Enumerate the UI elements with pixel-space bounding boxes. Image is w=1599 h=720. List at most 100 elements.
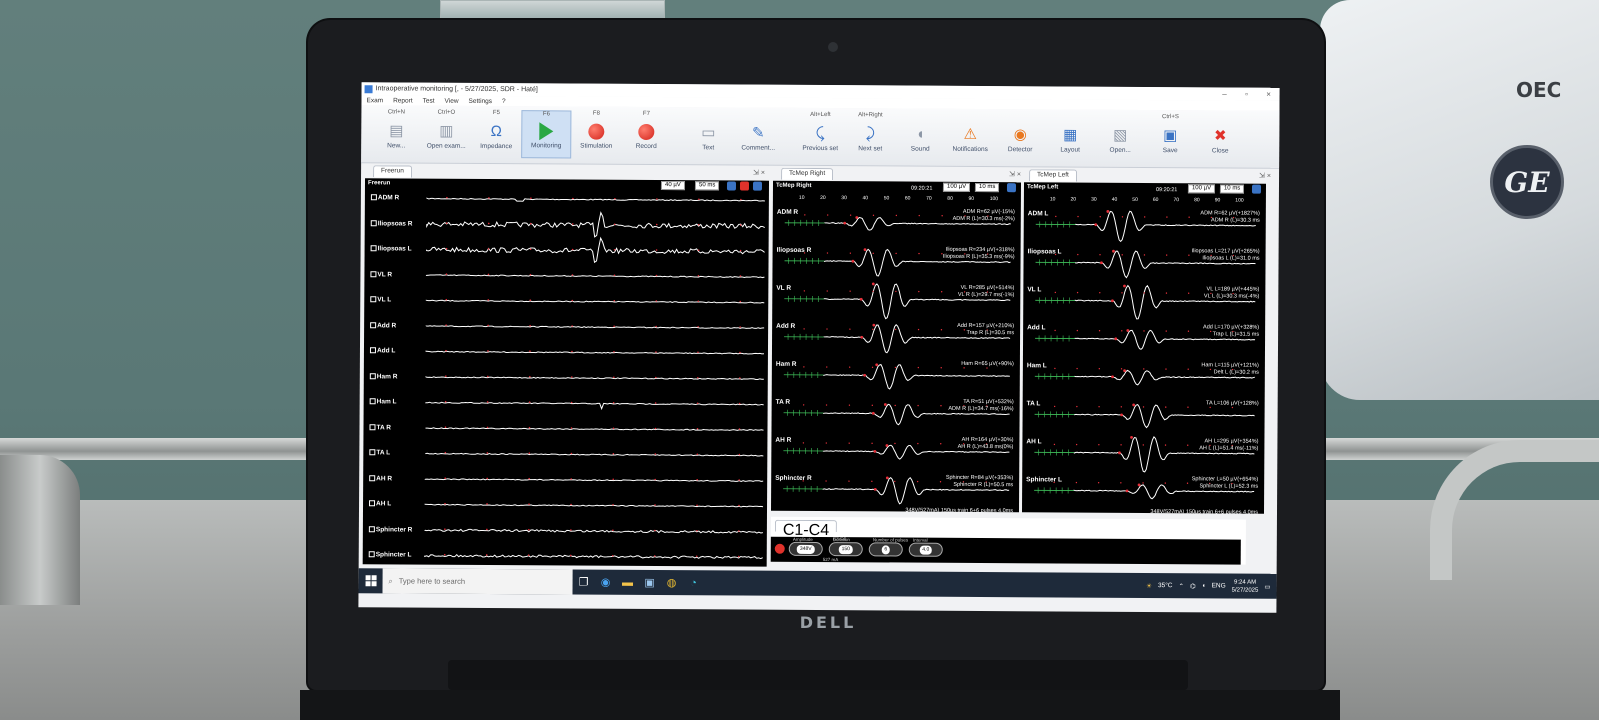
close-freerun-tab-icon[interactable]: ⇲ ×: [753, 169, 765, 177]
file-explorer-icon[interactable]: ▬: [616, 570, 638, 595]
channel-checkbox[interactable]: [369, 500, 376, 507]
tab-stimulator[interactable]: C1-C4: [774, 519, 838, 539]
toolbar-button-record[interactable]: F7 Record: [621, 111, 671, 150]
channel-checkbox[interactable]: [369, 449, 376, 456]
freerun-channel-label[interactable]: VL L: [370, 296, 391, 303]
toolbar-button-sound[interactable]: ◖ Sound: [895, 112, 945, 153]
network-icon[interactable]: ⌬: [1190, 582, 1196, 590]
stim-param-value: 6: [881, 545, 891, 555]
tab-freerun[interactable]: Freerun: [373, 165, 412, 178]
stim-param-control[interactable]: 348V: [788, 541, 823, 557]
toolbar-button-new[interactable]: Ctrl+N ▤ New...: [371, 109, 421, 149]
stim-param-control[interactable]: 6: [868, 542, 903, 557]
freerun-channel-label[interactable]: TA R: [369, 423, 391, 431]
freerun-channel-label[interactable]: Sphincter R: [368, 525, 412, 533]
channel-checkbox[interactable]: [369, 398, 376, 405]
menu-item-4[interactable]: Settings: [469, 97, 493, 104]
freerun-marker: [444, 528, 446, 531]
freerun-channel-label[interactable]: Add L: [369, 347, 395, 354]
task-view-icon[interactable]: ❐: [572, 569, 594, 594]
channel-checkbox[interactable]: [369, 423, 376, 430]
freerun-marker: [696, 529, 698, 532]
tab-tcmep-left[interactable]: TcMep Left: [1029, 169, 1077, 182]
tray-chevron-icon[interactable]: ⌃: [1178, 582, 1184, 590]
freerun-channel-label[interactable]: Ham R: [369, 372, 397, 380]
mep-grid-marker: [1076, 329, 1079, 332]
toolbar-shortcut: Alt+Right: [858, 112, 883, 119]
taskbar-search[interactable]: ⌕ Type here to search: [382, 568, 573, 595]
toolbar-button-next-set[interactable]: Alt+Right ⤸ Next set: [845, 112, 895, 152]
toolbar-button-monitoring[interactable]: F6 Monitoring: [521, 110, 572, 159]
toolbar-button-comment[interactable]: ✎ Comment...: [733, 111, 783, 152]
stim-param-control[interactable]: 150: [828, 542, 863, 557]
freerun-channel-label[interactable]: Sphincter L: [368, 551, 412, 559]
mep-grid-marker: [1187, 368, 1189, 370]
toolbar-label: Notifications: [952, 145, 988, 154]
toolbar-button-layout[interactable]: ▦ Layout: [1045, 113, 1095, 153]
text-icon: ▭: [701, 124, 716, 142]
freerun-marker: [443, 553, 446, 556]
language-indicator[interactable]: ENG: [1212, 582, 1226, 589]
volume-icon[interactable]: ◖: [1202, 582, 1206, 589]
toolbar-button-open-exam[interactable]: Ctrl+O ▥ Open exam...: [421, 110, 471, 150]
laptop-hinge: [448, 660, 1188, 690]
channel-checkbox[interactable]: [369, 474, 376, 481]
freerun-channel-label[interactable]: Iliopsoas R: [370, 219, 412, 227]
channel-checkbox[interactable]: [369, 347, 376, 354]
stim-param-control[interactable]: 4.0: [908, 542, 943, 557]
freerun-channel-label[interactable]: ADM R: [370, 194, 399, 201]
weather-temp[interactable]: 35°C: [1158, 582, 1173, 589]
channel-checkbox[interactable]: [368, 525, 375, 532]
taskbar-clock[interactable]: 9:24 AM 5/27/2025: [1232, 578, 1259, 594]
toolbar-button-stimulation[interactable]: F8 Stimulation: [571, 110, 621, 150]
toolbar-button-text[interactable]: ▭ Text: [683, 111, 733, 151]
channel-checkbox[interactable]: [370, 245, 377, 252]
notifications-icon[interactable]: ▭: [1264, 582, 1270, 590]
freerun-channel-label[interactable]: AH L: [369, 500, 391, 507]
toolbar-button-open[interactable]: ▧ Open...: [1095, 114, 1145, 154]
channel-checkbox[interactable]: [368, 551, 375, 558]
freerun-channel-label[interactable]: Iliopsoas L: [370, 245, 412, 253]
channel-checkbox[interactable]: [370, 219, 377, 226]
channel-checkbox[interactable]: [370, 270, 377, 277]
edge-icon[interactable]: ◔: [682, 570, 704, 595]
app-icon-blue[interactable]: ◉: [594, 570, 616, 595]
menu-item-3[interactable]: View: [445, 97, 459, 104]
freerun-trace: [426, 211, 765, 238]
toolbar-button-detector[interactable]: ◉ Detector: [995, 113, 1045, 153]
toolbar-button-save[interactable]: Ctrl+S ▣ Save: [1145, 114, 1195, 154]
freerun-channel-label[interactable]: AH R: [369, 474, 392, 482]
webcam: [828, 42, 838, 52]
toolbar-shortcut: F6: [542, 111, 550, 118]
freerun-channel-label[interactable]: Ham L: [369, 398, 397, 405]
close-tcmep-right-tab-icon[interactable]: ⇲ ×: [1009, 170, 1021, 178]
tab-tcmep-right[interactable]: TcMep Right: [781, 167, 834, 181]
toolbar-button-impedance[interactable]: F5 Ω Impedance: [471, 110, 521, 150]
freerun-marker: [740, 198, 742, 201]
close-window-button[interactable]: ×: [1258, 90, 1280, 99]
channel-checkbox[interactable]: [370, 296, 377, 303]
monitoring-app-icon[interactable]: ▣: [638, 570, 660, 595]
menu-item-1[interactable]: Report: [393, 97, 413, 104]
start-button[interactable]: [358, 568, 382, 593]
stimulate-button[interactable]: [774, 543, 785, 554]
mep-channel-label: AH L: [1026, 438, 1042, 446]
minimize-button[interactable]: –: [1214, 89, 1236, 98]
freerun-channel-label[interactable]: Add R: [370, 321, 396, 329]
chrome-icon[interactable]: ◍: [660, 570, 682, 595]
freerun-channel-label[interactable]: VL R: [370, 270, 392, 278]
channel-checkbox[interactable]: [370, 321, 377, 328]
channel-checkbox[interactable]: [370, 194, 377, 201]
menu-item-0[interactable]: Exam: [366, 97, 383, 104]
toolbar-button-previous-set[interactable]: Alt+Left ⤹ Previous set: [795, 112, 845, 152]
channel-checkbox[interactable]: [369, 372, 376, 379]
freerun-marker: [612, 427, 615, 430]
menu-item-2[interactable]: Test: [423, 97, 435, 104]
toolbar-button-close[interactable]: ✖ Close: [1195, 114, 1245, 154]
toolbar-button-notifications[interactable]: ⚠ Notifications: [945, 113, 995, 153]
menu-item-5[interactable]: ?: [502, 98, 506, 105]
maximize-button[interactable]: ▫: [1236, 90, 1258, 99]
close-tcmep-left-tab-icon[interactable]: ⇲ ×: [1259, 172, 1271, 180]
freerun-channel-label[interactable]: TA L: [369, 449, 390, 456]
mep-grid-marker: [1165, 368, 1167, 370]
